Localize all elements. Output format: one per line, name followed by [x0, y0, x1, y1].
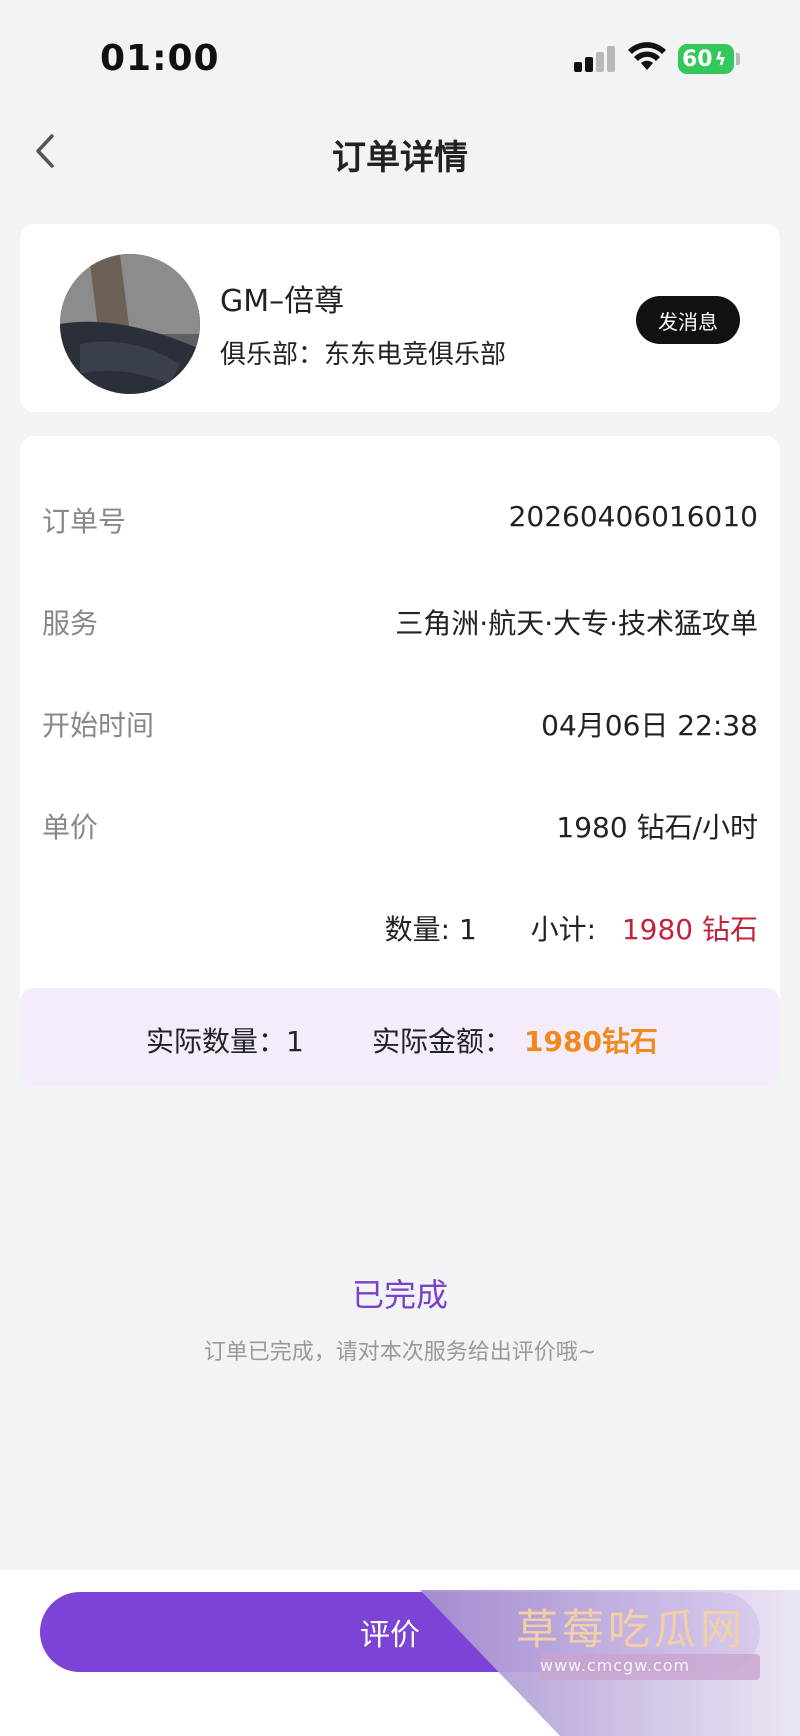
wifi-icon	[628, 42, 666, 70]
subtotal-value: 1980 钻石	[621, 913, 758, 946]
unit-price-label: 单价	[42, 811, 99, 844]
page-title: 订单详情	[332, 138, 468, 178]
battery-icon: 60 ϟ	[678, 44, 734, 74]
profile-card: GM–倍尊 俱乐部：东东电竞俱乐部 发消息	[20, 224, 780, 412]
service-row: 服务 三角洲·航天·大专·技术猛攻单	[20, 590, 780, 650]
service-label: 服务	[42, 607, 99, 640]
order-detail-card: 订单号 20260406016010 服务 三角洲·航天·大专·技术猛攻单 开始…	[20, 436, 780, 1086]
avatar[interactable]	[60, 254, 200, 394]
actual-quantity: 实际数量：1	[146, 1025, 304, 1058]
order-status-subtitle: 订单已完成，请对本次服务给出评价哦~	[203, 1340, 597, 1365]
charging-bolt-icon: ϟ	[714, 48, 727, 70]
actual-summary-box: 实际数量：1 实际金额： 1980钻石	[20, 988, 780, 1086]
nickname: GM–倍尊	[220, 284, 345, 319]
avatar-photo	[60, 254, 200, 394]
review-button-label: 评价	[360, 1618, 420, 1653]
start-time-label: 开始时间	[42, 709, 155, 742]
start-time-value: 04月06日 22:38	[541, 709, 758, 742]
status-bar: 01:00 60 ϟ	[0, 0, 800, 120]
send-message-button[interactable]: 发消息	[636, 296, 740, 344]
subtotal-label: 小计:	[530, 913, 597, 946]
battery-level: 60	[682, 46, 713, 72]
order-number-row: 订单号 20260406016010	[20, 488, 780, 548]
unit-price-row: 单价 1980 钻石/小时	[20, 794, 780, 854]
order-number-value: 20260406016010	[508, 500, 758, 533]
cellular-signal-icon	[574, 46, 616, 72]
actual-amount-label: 实际金额：	[372, 1025, 513, 1058]
quantity-text: 数量: 1	[384, 913, 477, 946]
subtotal-text: 数量: 1 小计: 1980 钻石	[385, 908, 758, 948]
actual-amount-value: 1980钻石	[524, 1025, 658, 1058]
order-number-label: 订单号	[42, 505, 127, 538]
club-name: 俱乐部：东东电竞俱乐部	[220, 340, 507, 370]
subtotal-row: 数量: 1 小计: 1980 钻石	[20, 896, 780, 956]
start-time-row: 开始时间 04月06日 22:38	[20, 692, 780, 752]
battery-tip	[736, 53, 740, 65]
watermark: 草莓吃瓜网 www.cmcgw.com	[420, 1590, 800, 1736]
service-value: 三角洲·航天·大专·技术猛攻单	[395, 607, 758, 640]
unit-price-value: 1980 钻石/小时	[556, 811, 758, 844]
watermark-text: 草莓吃瓜网	[516, 1605, 747, 1654]
order-status-title: 已完成	[351, 1276, 448, 1314]
watermark-url: www.cmcgw.com	[540, 1656, 691, 1675]
status-time: 01:00	[100, 38, 220, 79]
